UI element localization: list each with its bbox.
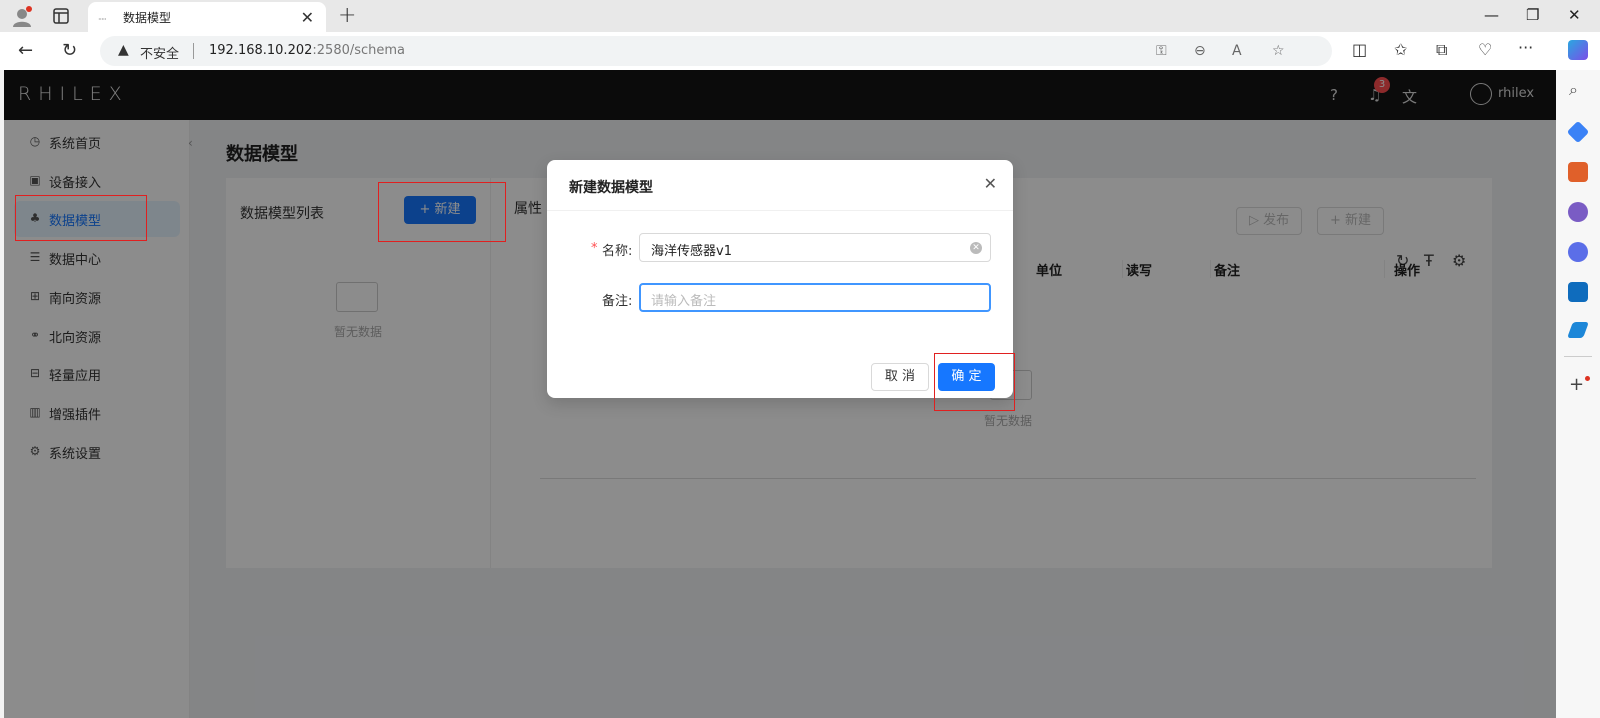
close-icon[interactable]: ✕ xyxy=(984,174,997,193)
close-window-icon[interactable]: ✕ xyxy=(1568,6,1581,24)
name-value: 海洋传感器v1 xyxy=(651,244,732,259)
dialog-title: 新建数据模型 xyxy=(569,180,653,196)
clear-icon[interactable]: ✕ xyxy=(970,242,982,254)
required-mark: * xyxy=(591,241,598,256)
browser-tab-bar: ····· 数据模型 ✕ + — ❐ ✕ xyxy=(0,0,1600,32)
remark-field[interactable]: 请输入备注 xyxy=(639,283,991,312)
reload-icon[interactable]: ↻ xyxy=(62,40,77,61)
minimize-icon[interactable]: — xyxy=(1484,6,1499,24)
annotation-box-menu xyxy=(15,195,147,241)
send-icon[interactable] xyxy=(1567,322,1589,338)
tab-close-icon[interactable]: ✕ xyxy=(301,8,314,27)
health-icon[interactable]: ♡ xyxy=(1478,40,1492,59)
more-icon[interactable]: ··· xyxy=(1518,38,1533,57)
annotation-box-confirm xyxy=(934,353,1015,411)
collections-icon[interactable]: ⧉ xyxy=(1436,40,1447,60)
dialog-divider xyxy=(547,210,1013,211)
restore-icon[interactable]: ❐ xyxy=(1526,6,1539,24)
zoom-icon[interactable]: ⊖ xyxy=(1194,43,1206,59)
cancel-button[interactable]: 取 消 xyxy=(871,363,929,391)
url-field[interactable]: ▲ 不安全 192.168.10.202:2580/schema ⚿ ⊖ A ☆ xyxy=(100,36,1332,66)
people-icon[interactable] xyxy=(1568,202,1588,222)
annotation-box-new xyxy=(378,182,506,242)
outlook-icon[interactable] xyxy=(1568,282,1588,302)
split-screen-icon[interactable]: ◫ xyxy=(1352,40,1367,59)
back-icon[interactable]: ← xyxy=(18,40,33,61)
remark-label: 备注: xyxy=(602,294,633,309)
url-separator xyxy=(193,43,194,59)
tools-icon[interactable] xyxy=(1568,162,1588,182)
edge-sidebar: ⌕ + xyxy=(1556,70,1600,718)
tab-actions-icon[interactable] xyxy=(52,7,70,25)
copilot-icon[interactable] xyxy=(1568,40,1588,60)
security-label[interactable]: 不安全 xyxy=(140,43,179,62)
new-tab-icon[interactable]: + xyxy=(338,3,356,28)
warning-icon: ▲ xyxy=(118,42,129,58)
tab-title: 数据模型 xyxy=(123,11,172,25)
profile-icon[interactable] xyxy=(10,5,34,29)
favorite-star-icon[interactable]: ☆ xyxy=(1272,43,1285,59)
m365-icon[interactable] xyxy=(1568,242,1588,262)
copilot-area xyxy=(1556,32,1600,70)
remark-placeholder: 请输入备注 xyxy=(651,294,717,309)
favicon-icon: ····· xyxy=(98,15,107,24)
name-field[interactable]: 海洋传感器v1 ✕ xyxy=(639,233,991,262)
add-sidebar-icon[interactable]: + xyxy=(1569,374,1584,395)
key-icon[interactable]: ⚿ xyxy=(1156,43,1167,59)
notification-dot xyxy=(1585,376,1590,381)
read-aloud-icon[interactable]: A xyxy=(1232,43,1242,59)
favorites-icon[interactable]: ✩ xyxy=(1394,40,1407,59)
tag-icon[interactable] xyxy=(1566,120,1590,144)
name-label: 名称: xyxy=(602,244,633,259)
url-text[interactable]: 192.168.10.202:2580/schema xyxy=(209,43,405,58)
browser-tab[interactable]: ····· 数据模型 ✕ xyxy=(88,2,326,32)
search-icon[interactable]: ⌕ xyxy=(1569,80,1578,100)
sidebar-divider xyxy=(1564,356,1592,357)
address-bar-row: ← ↻ ▲ 不安全 192.168.10.202:2580/schema ⚿ ⊖… xyxy=(0,32,1600,70)
